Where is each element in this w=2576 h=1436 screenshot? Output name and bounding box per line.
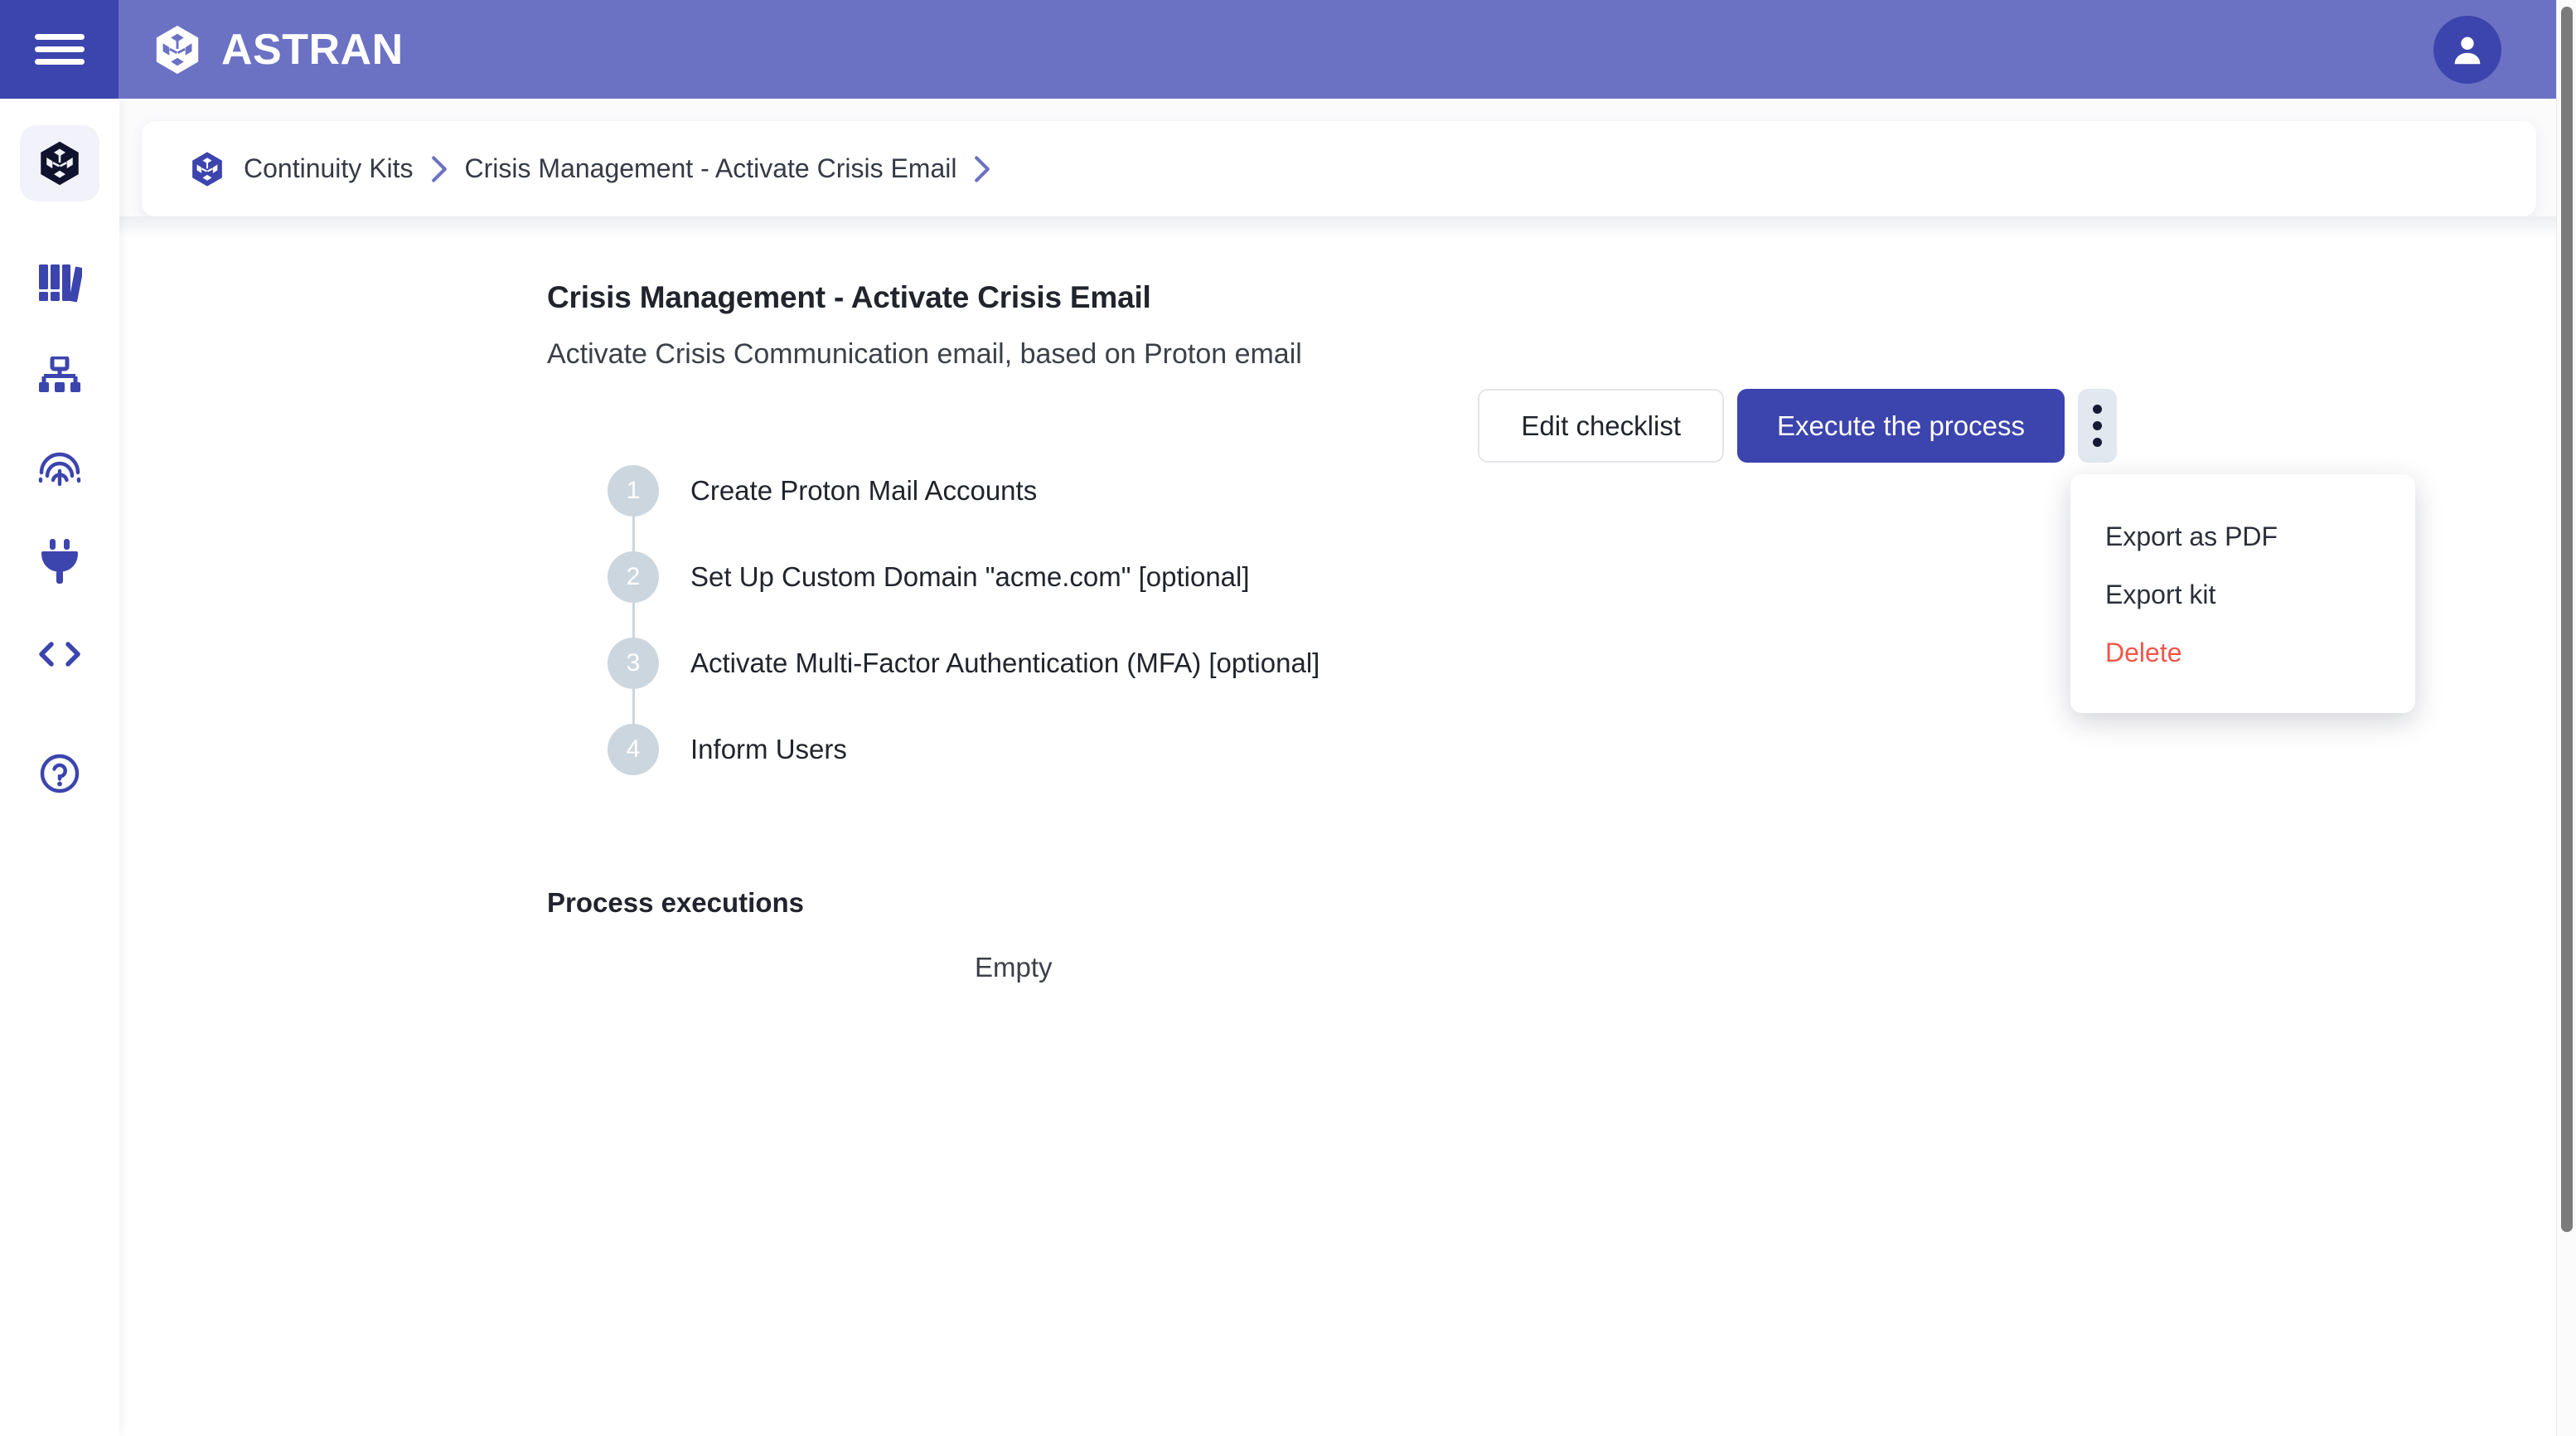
hamburger-menu-icon	[34, 33, 85, 65]
menu-item-delete[interactable]: Delete	[2070, 623, 2415, 682]
menu-toggle-button[interactable]	[0, 0, 119, 99]
process-executions-empty-state: Empty	[975, 952, 1053, 983]
page-title: Crisis Management - Activate Crisis Emai…	[547, 280, 1151, 314]
step-label[interactable]: Activate Multi-Factor Authentication (MF…	[690, 648, 1319, 679]
process-executions-heading: Process executions	[547, 887, 804, 919]
astran-mark-icon	[192, 151, 222, 187]
brand-name: ASTRAN	[221, 25, 404, 74]
breadcrumb-item-root[interactable]: Continuity Kits	[244, 153, 414, 184]
menu-item-export-kit[interactable]: Export kit	[2070, 565, 2415, 623]
page-subtitle: Activate Crisis Communication email, bas…	[547, 338, 1302, 371]
menu-item-export-as-pdf[interactable]: Export as PDF	[2070, 507, 2415, 565]
user-avatar-icon	[2454, 36, 2481, 64]
content-column: Continuity Kits Crisis Management - Acti…	[119, 99, 2556, 1436]
sidebar-item-integrations[interactable]	[20, 523, 99, 599]
page-scrollbar-thumb[interactable]	[2561, 7, 2573, 1232]
step-label[interactable]: Create Proton Mail Accounts	[690, 475, 1037, 507]
page-scrollbar-track[interactable]	[2556, 0, 2576, 1436]
step-label[interactable]: Inform Users	[690, 734, 847, 765]
more-vertical-icon-dot-3	[2093, 438, 2102, 447]
chevron-right-icon	[431, 155, 447, 182]
breadcrumb-separator-2	[973, 155, 991, 183]
code-brackets-icon	[39, 642, 80, 667]
step-number-badge[interactable]: 2	[608, 551, 659, 604]
breadcrumb-item-current[interactable]: Crisis Management - Activate Crisis Emai…	[465, 153, 957, 184]
more-options-dropdown-menu: Export as PDF Export kit Delete	[2070, 474, 2415, 713]
sidebar-item-help[interactable]	[20, 735, 99, 812]
breadcrumb-shadow	[119, 216, 2556, 238]
sitemap-icon	[39, 357, 80, 392]
user-avatar-button[interactable]	[2433, 15, 2501, 84]
top-header-bar: ASTRAN	[0, 0, 2556, 99]
breadcrumb: Continuity Kits Crisis Management - Acti…	[142, 121, 2536, 216]
breadcrumb-container: Continuity Kits Crisis Management - Acti…	[119, 99, 2556, 216]
brand-logo-link[interactable]: ASTRAN	[152, 24, 404, 75]
step-connector-line	[632, 603, 635, 638]
step-connector-line	[632, 517, 635, 552]
fingerprint-icon	[38, 452, 81, 487]
left-sidebar-nav	[0, 99, 119, 1436]
step-label[interactable]: Set Up Custom Domain "acme.com" [optiona…	[690, 561, 1250, 593]
sidebar-item-continuity-kits[interactable]	[20, 125, 99, 201]
step-number-badge[interactable]: 1	[608, 465, 659, 517]
checklist-step[interactable]: 4 Inform Users	[608, 706, 2556, 793]
sidebar-item-library[interactable]	[20, 245, 99, 321]
step-number-badge[interactable]: 4	[608, 724, 659, 776]
astran-hexagon-logo-icon	[156, 25, 199, 74]
more-vertical-icon-dot-2	[2093, 421, 2102, 430]
chevron-right-icon	[975, 155, 990, 182]
step-connector-line	[632, 689, 635, 725]
help-circle-icon	[40, 754, 80, 793]
app-root: ASTRAN Continuity Kits Crisis Management…	[0, 0, 2576, 1436]
breadcrumb-separator-1	[430, 155, 448, 183]
sidebar-item-developers[interactable]	[20, 616, 99, 692]
books-library-icon	[39, 264, 82, 303]
hexagon-cube-icon	[41, 141, 79, 186]
more-vertical-icon-dot-1	[2093, 405, 2102, 414]
sidebar-item-identity[interactable]	[20, 430, 99, 507]
sidebar-item-org-chart[interactable]	[20, 337, 99, 414]
main-panel: Crisis Management - Activate Crisis Emai…	[119, 238, 2556, 1399]
step-number-badge[interactable]: 3	[608, 638, 659, 690]
plug-icon	[41, 539, 78, 584]
